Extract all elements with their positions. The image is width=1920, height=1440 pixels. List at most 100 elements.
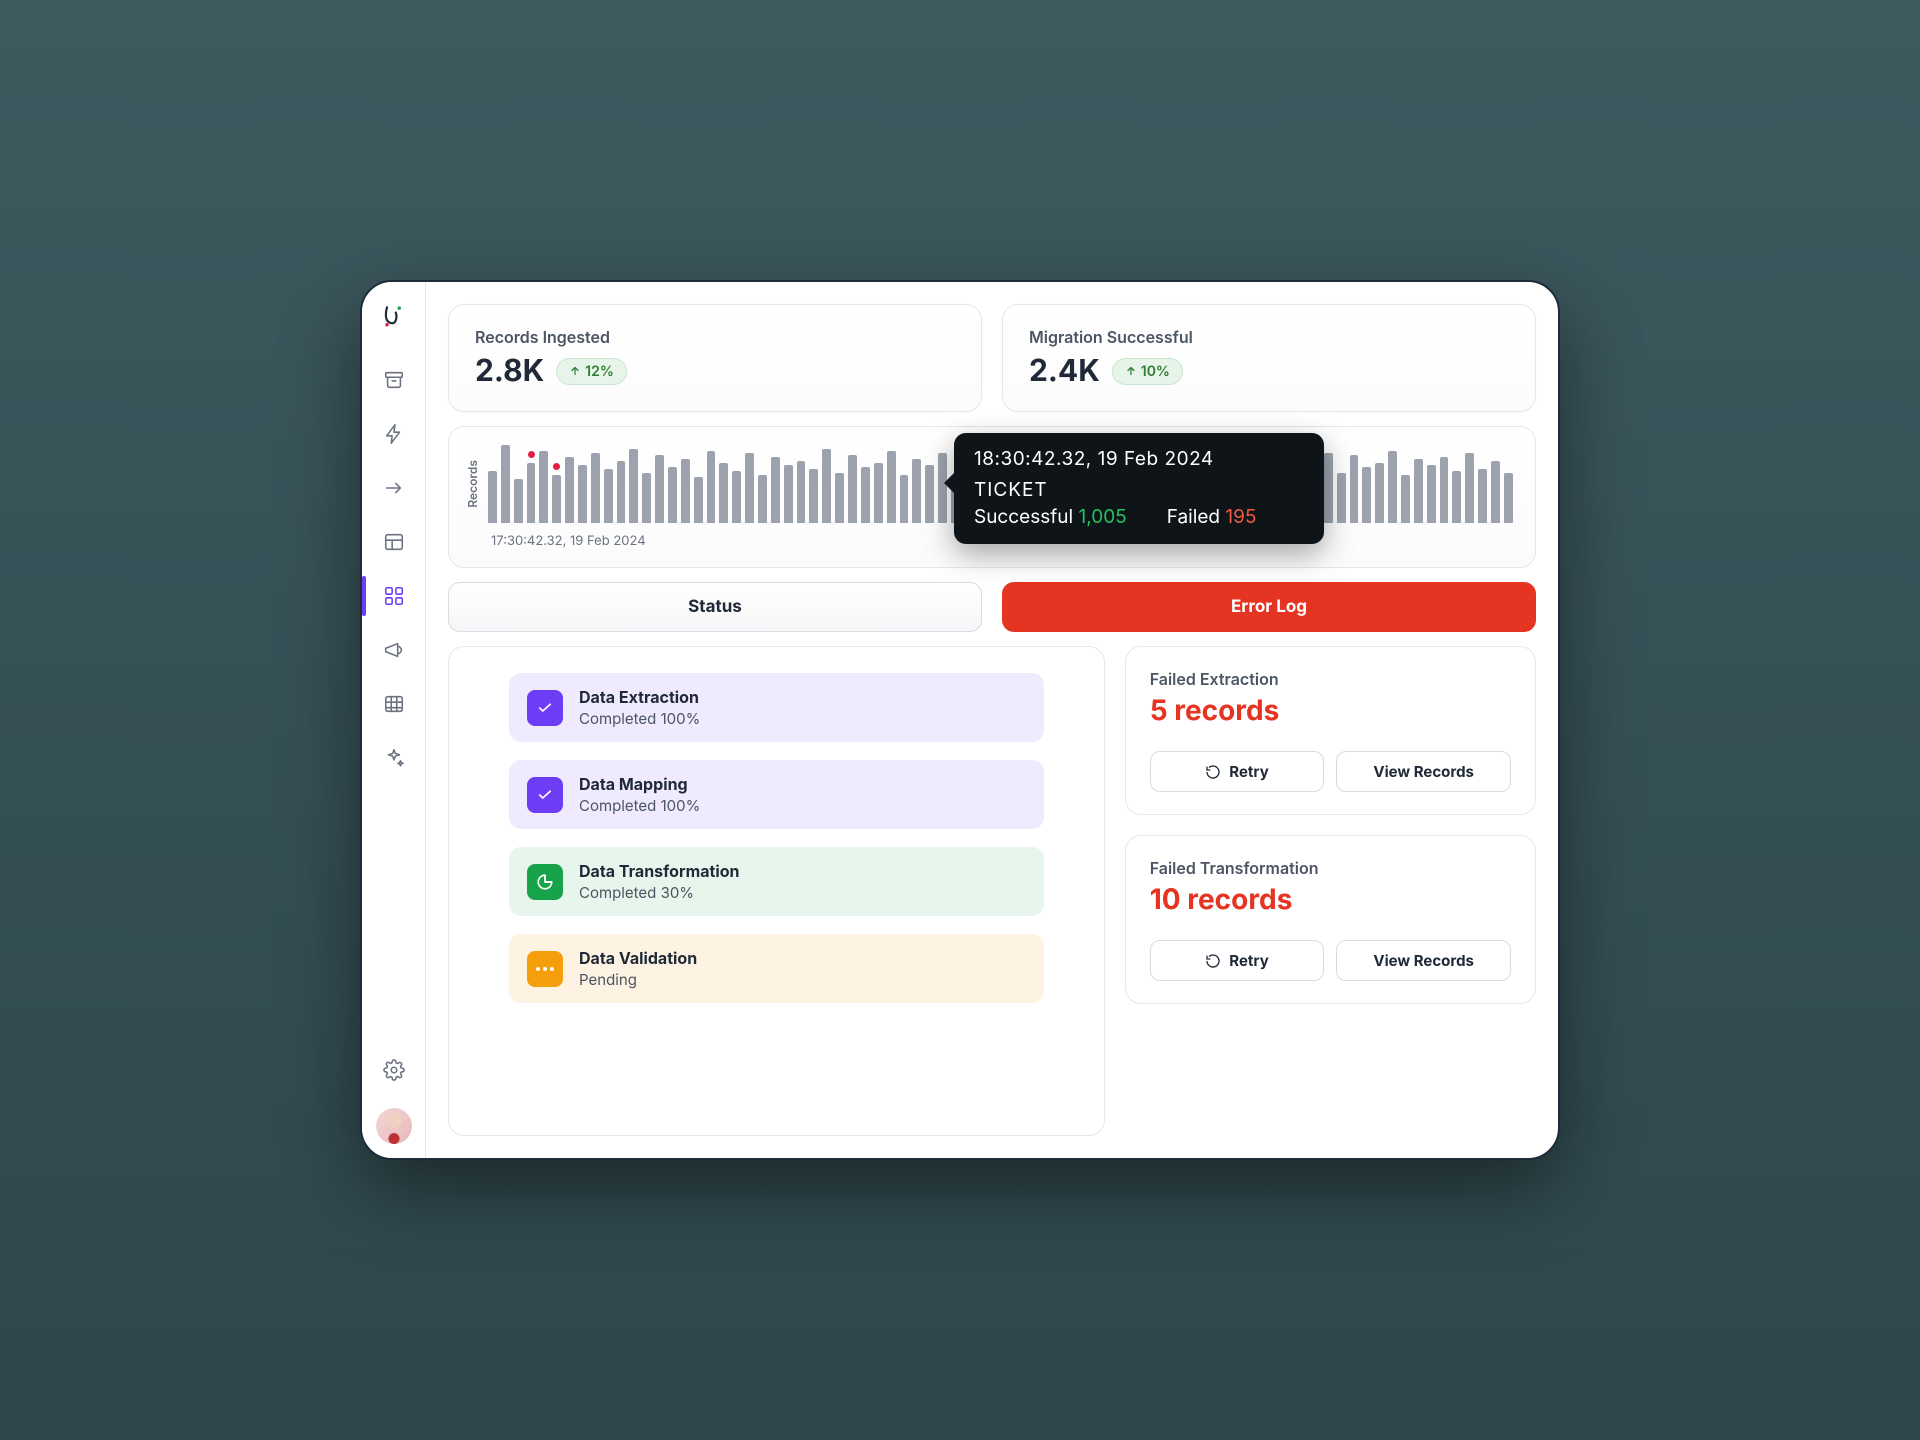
chart-bar[interactable] bbox=[501, 445, 510, 523]
retry-button[interactable]: Retry bbox=[1150, 751, 1325, 792]
chart-bar[interactable] bbox=[514, 479, 523, 523]
view-records-button[interactable]: View Records bbox=[1336, 751, 1511, 792]
tab-error-log[interactable]: Error Log bbox=[1002, 582, 1536, 632]
chart-y-axis-label: Records bbox=[465, 460, 480, 508]
arrow-up-icon bbox=[1125, 365, 1137, 377]
app-logo-icon bbox=[378, 300, 410, 332]
error-card-title: Failed Extraction bbox=[1150, 669, 1511, 689]
chart-bar[interactable] bbox=[578, 465, 587, 523]
chart-bar[interactable] bbox=[591, 453, 600, 523]
records-chart-panel: Records 17:30:42.32, 19 Feb 2024 18:30:4… bbox=[448, 426, 1536, 568]
chart-bar[interactable] bbox=[539, 451, 548, 523]
chart-bar[interactable] bbox=[1388, 451, 1397, 523]
retry-button[interactable]: Retry bbox=[1150, 940, 1325, 981]
status-item-subtitle: Pending bbox=[579, 970, 697, 989]
tooltip-timestamp: 18:30:42.32, 19 Feb 2024 bbox=[974, 447, 1304, 470]
chart-bar[interactable] bbox=[707, 451, 716, 523]
chart-bar[interactable] bbox=[1324, 453, 1333, 523]
chart-bar[interactable] bbox=[719, 463, 728, 523]
main-content: Records Ingested 2.8K 12% Migration Succ… bbox=[426, 282, 1558, 1158]
view-records-button[interactable]: View Records bbox=[1336, 940, 1511, 981]
chart-bar[interactable] bbox=[848, 455, 857, 523]
chart-bar[interactable] bbox=[745, 453, 754, 523]
retry-icon bbox=[1205, 953, 1221, 969]
sidebar-item-transfer[interactable] bbox=[370, 464, 418, 512]
chart-bar[interactable] bbox=[900, 475, 909, 523]
status-item-subtitle: Completed 100% bbox=[579, 796, 700, 815]
chart-bar[interactable] bbox=[629, 449, 638, 523]
chart-bar[interactable] bbox=[642, 473, 651, 523]
chart-bar[interactable] bbox=[732, 471, 741, 523]
chart-bar[interactable] bbox=[1350, 455, 1359, 523]
chart-bar[interactable] bbox=[565, 457, 574, 523]
chart-bar[interactable] bbox=[758, 475, 767, 523]
stat-card-migrated: Migration Successful 2.4K 10% bbox=[1002, 304, 1536, 412]
error-card-title: Failed Transformation bbox=[1150, 858, 1511, 878]
chart-bar[interactable] bbox=[784, 465, 793, 523]
chart-bar[interactable] bbox=[668, 467, 677, 523]
chart-bar[interactable] bbox=[694, 477, 703, 523]
chart-bar[interactable] bbox=[1427, 465, 1436, 523]
sidebar-item-megaphone[interactable] bbox=[370, 626, 418, 674]
stat-card-ingested: Records Ingested 2.8K 12% bbox=[448, 304, 982, 412]
check-icon bbox=[527, 777, 563, 813]
sidebar-item-dashboard[interactable] bbox=[370, 572, 418, 620]
chart-bar[interactable] bbox=[874, 463, 883, 523]
chart-bar[interactable] bbox=[1375, 463, 1384, 523]
sidebar-item-layout[interactable] bbox=[370, 518, 418, 566]
tooltip-entity-label: TICKET bbox=[974, 478, 1304, 501]
chart-bar[interactable] bbox=[488, 471, 497, 523]
chart-bar[interactable] bbox=[925, 465, 934, 523]
chart-bar[interactable] bbox=[655, 455, 664, 523]
chart-bar[interactable] bbox=[797, 461, 806, 523]
chart-bar[interactable] bbox=[1414, 459, 1423, 523]
chart-bar[interactable] bbox=[1401, 475, 1410, 523]
chart-bar[interactable] bbox=[681, 459, 690, 523]
sidebar-item-archive[interactable] bbox=[370, 356, 418, 404]
stat-ingested-title: Records Ingested bbox=[475, 327, 955, 347]
status-panel: Data ExtractionCompleted 100%Data Mappin… bbox=[448, 646, 1105, 1136]
tab-status[interactable]: Status bbox=[448, 582, 982, 632]
chart-bar[interactable] bbox=[1337, 473, 1346, 523]
chart-bar[interactable] bbox=[1465, 453, 1474, 523]
tooltip-failed-value: 195 bbox=[1225, 505, 1256, 528]
ellipsis-icon bbox=[527, 951, 563, 987]
tooltip-successful: Successful 1,005 bbox=[974, 505, 1127, 528]
chart-bar[interactable] bbox=[822, 449, 831, 523]
chart-bar[interactable] bbox=[835, 473, 844, 523]
sidebar-item-sparkles[interactable] bbox=[370, 734, 418, 782]
status-item-title: Data Validation bbox=[579, 948, 697, 968]
chart-bar[interactable] bbox=[617, 461, 626, 523]
chart-bar[interactable] bbox=[527, 463, 536, 523]
stat-migrated-title: Migration Successful bbox=[1029, 327, 1509, 347]
status-item-subtitle: Completed 100% bbox=[579, 709, 700, 728]
retry-icon bbox=[1205, 764, 1221, 780]
chart-bar[interactable] bbox=[1362, 467, 1371, 523]
sidebar-item-settings[interactable] bbox=[370, 1046, 418, 1094]
chart-bar[interactable] bbox=[1440, 457, 1449, 523]
sidebar-item-bolt[interactable] bbox=[370, 410, 418, 458]
status-item-title: Data Transformation bbox=[579, 861, 739, 881]
chart-bar[interactable] bbox=[912, 459, 921, 523]
chart-bar[interactable] bbox=[1491, 461, 1500, 523]
sidebar bbox=[362, 282, 426, 1158]
trend-ingested-value: 12% bbox=[585, 363, 614, 380]
arrow-up-icon bbox=[569, 365, 581, 377]
chart-bar[interactable] bbox=[887, 451, 896, 523]
user-avatar[interactable] bbox=[376, 1108, 412, 1144]
chart-bar[interactable] bbox=[861, 467, 870, 523]
chart-bar[interactable] bbox=[1452, 471, 1461, 523]
pie-chart-icon bbox=[527, 864, 563, 900]
chart-bar[interactable] bbox=[1478, 469, 1487, 523]
sidebar-item-table[interactable] bbox=[370, 680, 418, 728]
chart-bar[interactable] bbox=[1504, 473, 1513, 523]
chart-bar[interactable] bbox=[552, 475, 561, 523]
tooltip-successful-value: 1,005 bbox=[1078, 505, 1126, 528]
chart-bar[interactable] bbox=[771, 457, 780, 523]
stat-ingested-value: 2.8K bbox=[475, 353, 544, 389]
chart-tooltip: 18:30:42.32, 19 Feb 2024 TICKET Successf… bbox=[954, 433, 1324, 544]
chart-bar[interactable] bbox=[604, 469, 613, 523]
status-item-data-mapping: Data MappingCompleted 100% bbox=[509, 760, 1044, 829]
error-log-column: Failed Extraction5 recordsRetryView Reco… bbox=[1125, 646, 1536, 1136]
chart-bar[interactable] bbox=[809, 469, 818, 523]
